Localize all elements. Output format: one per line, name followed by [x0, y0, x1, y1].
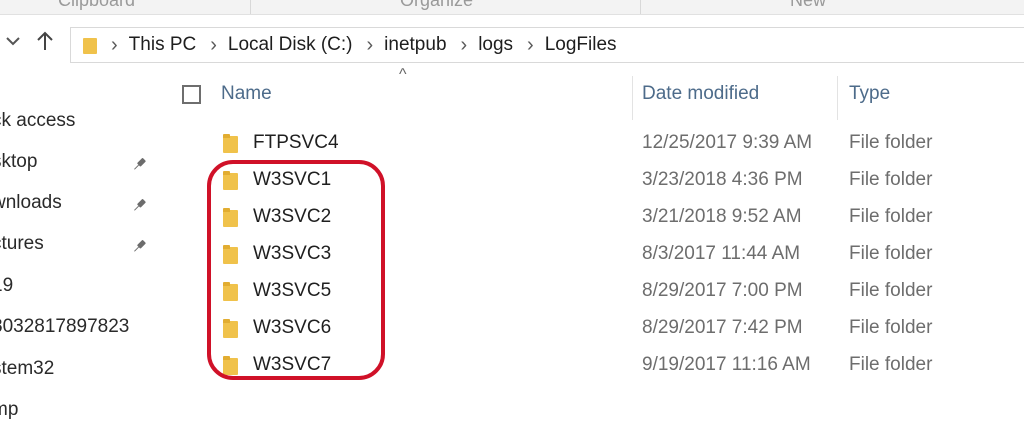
ribbon-label-clipboard[interactable]: Clipboard [58, 0, 135, 11]
file-date-modified: 8/29/2017 7:00 PM [642, 280, 803, 301]
file-date-modified: 9/19/2017 11:16 AM [642, 354, 811, 375]
ribbon-strip: Clipboard Organize New [0, 0, 1024, 15]
sidebar-item-temp[interactable]: mp [0, 399, 165, 433]
column-name[interactable]: Name [221, 83, 272, 105]
file-type: File folder [849, 317, 933, 338]
ribbon-divider [640, 0, 641, 14]
breadcrumb-inetpub[interactable]: inetpub [384, 34, 446, 56]
ribbon-label-new[interactable]: New [790, 0, 826, 11]
sidebar-item-downloads[interactable]: wnloads [0, 192, 165, 226]
column-divider[interactable] [837, 76, 838, 120]
file-type: File folder [849, 169, 933, 190]
navigation-row: › This PC › Local Disk (C:) › inetpub › … [0, 14, 1024, 68]
file-type: File folder [849, 354, 933, 375]
folder-icon [83, 36, 97, 54]
file-date-modified: 3/23/2018 4:36 PM [642, 169, 803, 190]
address-bar[interactable]: › This PC › Local Disk (C:) › inetpub › … [70, 27, 1024, 63]
breadcrumb-chevron-icon[interactable]: › [111, 35, 118, 55]
breadcrumb-logs[interactable]: logs [478, 34, 513, 56]
breadcrumb-local-disk[interactable]: Local Disk (C:) [228, 34, 353, 56]
sidebar-item-label: ck access [0, 110, 76, 131]
breadcrumb-chevron-icon[interactable]: › [461, 35, 468, 55]
chevron-down-icon[interactable] [0, 26, 26, 56]
sidebar-item-label: stem32 [0, 358, 55, 379]
column-date-modified[interactable]: Date modified [642, 83, 759, 105]
sort-ascending-icon: ^ [399, 66, 407, 83]
column-divider[interactable] [632, 76, 633, 120]
file-name[interactable]: FTPSVC4 [253, 132, 339, 154]
column-type[interactable]: Type [849, 83, 890, 105]
file-type: File folder [849, 243, 933, 264]
ribbon-label-organize[interactable]: Organize [400, 0, 473, 11]
breadcrumb-chevron-icon[interactable]: › [210, 35, 217, 55]
file-date-modified: 8/3/2017 11:44 AM [642, 243, 801, 264]
column-header: ^ Name Date modified Type [165, 66, 1024, 124]
sidebar-item-system32[interactable]: stem32 [0, 358, 165, 392]
pin-icon[interactable] [129, 236, 149, 256]
annotation-highlight [207, 160, 385, 380]
breadcrumb-this-pc[interactable]: This PC [129, 34, 197, 56]
up-arrow-icon[interactable] [32, 26, 58, 56]
navigation-pane: ck access sktop wnloads ctures 19 803281… [0, 100, 165, 434]
ribbon-divider [250, 0, 251, 14]
sidebar-item-label: ctures [0, 233, 44, 254]
sidebar-item-label: mp [0, 399, 19, 420]
breadcrumb-chevron-icon[interactable]: › [367, 35, 374, 55]
file-date-modified: 8/29/2017 7:42 PM [642, 317, 803, 338]
sidebar-item-folder-number[interactable]: 8032817897823 [0, 316, 165, 350]
file-date-modified: 3/21/2018 9:52 AM [642, 206, 802, 227]
breadcrumb-logfiles[interactable]: LogFiles [545, 34, 617, 56]
file-row[interactable]: FTPSVC4 12/25/2017 9:39 AM File folder [165, 126, 1024, 162]
select-all-checkbox[interactable] [182, 85, 201, 104]
breadcrumb-chevron-icon[interactable]: › [527, 35, 534, 55]
sidebar-item-19[interactable]: 19 [0, 275, 165, 309]
sidebar-item-label: wnloads [0, 192, 62, 213]
sidebar-item-label: 19 [0, 275, 14, 296]
file-type: File folder [849, 206, 933, 227]
sidebar-item-desktop[interactable]: sktop [0, 151, 165, 185]
file-type: File folder [849, 132, 933, 153]
pin-icon[interactable] [129, 195, 149, 215]
sidebar-item-label: sktop [0, 151, 38, 172]
sidebar-item-label: 8032817897823 [0, 316, 130, 337]
pin-icon[interactable] [129, 154, 149, 174]
file-type: File folder [849, 280, 933, 301]
file-date-modified: 12/25/2017 9:39 AM [642, 132, 813, 153]
sidebar-item-quick-access[interactable]: ck access [0, 110, 165, 144]
folder-icon [223, 134, 238, 153]
sidebar-item-pictures[interactable]: ctures [0, 233, 165, 267]
